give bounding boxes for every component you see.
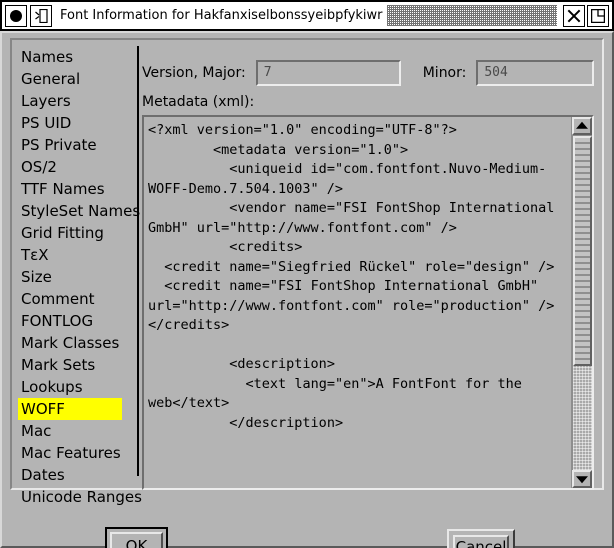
sidebar-item-tex[interactable]: TεX [18, 244, 134, 266]
ok-button-label: OK [110, 532, 163, 548]
section-list[interactable]: Names General Layers PS UID PS Private O… [18, 46, 142, 506]
sidebar-item-unicode-ranges[interactable]: Unicode Ranges [18, 486, 142, 508]
sidebar-item-dates[interactable]: Dates [18, 464, 134, 486]
ok-mnemonic: O [125, 537, 138, 548]
cancel-button[interactable]: Cancel [447, 529, 515, 548]
version-major-label: Version, Major: [142, 65, 246, 81]
maximize-icon[interactable] [587, 4, 609, 27]
sidebar-item-woff[interactable]: WOFF [18, 398, 122, 420]
sidebar-divider [137, 46, 139, 476]
version-major-input[interactable]: 7 [255, 60, 401, 86]
version-minor-label: Minor: [422, 65, 467, 81]
settings-panel: Names General Layers PS UID PS Private O… [10, 38, 604, 506]
version-minor-input[interactable]: 504 [476, 60, 594, 86]
sidebar-item-grid-fitting[interactable]: Grid Fitting [18, 222, 134, 244]
sidebar-item-mark-classes[interactable]: Mark Classes [18, 332, 134, 354]
sidebar-item-lookups[interactable]: Lookups [18, 376, 134, 398]
sidebar-item-ps-private[interactable]: PS Private [18, 134, 134, 156]
sidebar-item-comment[interactable]: Comment [18, 288, 134, 310]
titlebar-drag-area[interactable] [386, 5, 557, 26]
sidebar-item-ps-uid[interactable]: PS UID [18, 112, 134, 134]
maximize-glyph [591, 8, 605, 23]
cancel-button-label: Cancel [453, 535, 509, 548]
ok-button[interactable]: OK [105, 527, 168, 548]
scrollbar-track[interactable] [572, 135, 592, 470]
version-row: Version, Major: 7 Minor: 504 [142, 58, 594, 88]
circle-icon[interactable] [5, 4, 27, 27]
window-body: Names General Layers PS UID PS Private O… [0, 31, 614, 548]
titlebar-buttons [561, 4, 609, 27]
sidebar-item-ttf-names[interactable]: TTF Names [18, 178, 134, 200]
ok-suffix: K [137, 537, 148, 548]
window-titlebar: Font Information for Hakfanxiselbonssyei… [0, 0, 614, 31]
window-shade-icon[interactable] [30, 4, 52, 27]
sidebar-item-styleset-names[interactable]: StyleSet Names [18, 200, 140, 222]
sidebar-item-general[interactable]: General [18, 68, 134, 90]
sidebar-item-size[interactable]: Size [18, 266, 134, 288]
sidebar-item-fontlog[interactable]: FONTLOG [18, 310, 134, 332]
woff-pane: Version, Major: 7 Minor: 504 Metadata (x… [142, 46, 594, 490]
sidebar-item-mark-sets[interactable]: Mark Sets [18, 354, 134, 376]
font-information-window: Font Information for Hakfanxiselbonssyei… [0, 0, 614, 548]
sidebar-item-layers[interactable]: Layers [18, 90, 134, 112]
scroll-down-arrow-icon[interactable] [572, 470, 592, 488]
window-shade-glyph [35, 8, 48, 23]
metadata-xml-area[interactable]: <?xml version="1.0" encoding="UTF-8"?> <… [142, 115, 594, 490]
cancel-mnemonic: C [455, 537, 467, 548]
scroll-up-arrow-icon[interactable] [572, 117, 592, 135]
close-icon[interactable] [563, 4, 585, 27]
sidebar-item-os2[interactable]: OS/2 [18, 156, 134, 178]
sidebar-item-mac-features[interactable]: Mac Features [18, 442, 134, 464]
window-title: Font Information for Hakfanxiselbonssyei… [60, 8, 383, 23]
scrollbar-thumb[interactable] [573, 136, 592, 367]
sidebar-item-names[interactable]: Names [18, 46, 134, 68]
metadata-xml-text[interactable]: <?xml version="1.0" encoding="UTF-8"?> <… [144, 117, 571, 488]
metadata-scrollbar[interactable] [571, 117, 592, 488]
sidebar-item-mac[interactable]: Mac [18, 420, 134, 442]
metadata-label: Metadata (xml): [142, 94, 255, 110]
cancel-suffix: ancel [466, 537, 507, 548]
